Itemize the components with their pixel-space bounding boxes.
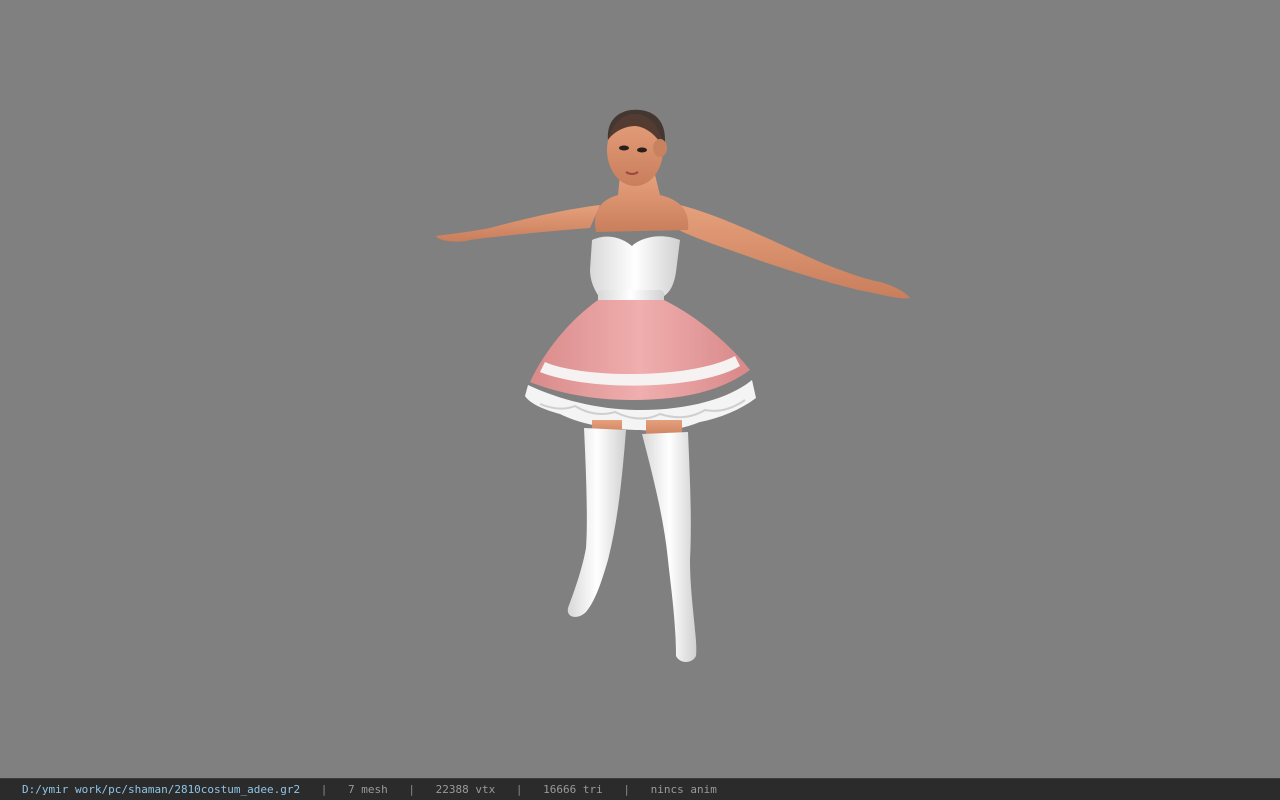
separator: |: [515, 783, 523, 796]
vertex-count: 22388 vtx: [435, 783, 496, 796]
right-arm: [675, 205, 910, 299]
separator: |: [623, 783, 630, 796]
left-boot: [567, 428, 626, 617]
left-arm: [436, 205, 600, 242]
character-model: [436, 109, 910, 662]
file-path: D:/ymir work/pc/shaman/2810costum_adee.g…: [22, 783, 301, 796]
status-bar: D:/ymir work/pc/shaman/2810costum_adee.g…: [0, 778, 1280, 800]
mesh-count: 7 mesh: [348, 783, 388, 796]
3d-viewport[interactable]: [0, 0, 1280, 778]
separator: |: [408, 783, 416, 796]
separator: |: [320, 783, 328, 796]
hair-bun: [653, 139, 667, 157]
bodice: [590, 236, 680, 298]
triangle-count: 16666 tri: [543, 783, 603, 796]
right-boot: [642, 432, 697, 662]
animation-status: nincs anim: [650, 783, 717, 796]
